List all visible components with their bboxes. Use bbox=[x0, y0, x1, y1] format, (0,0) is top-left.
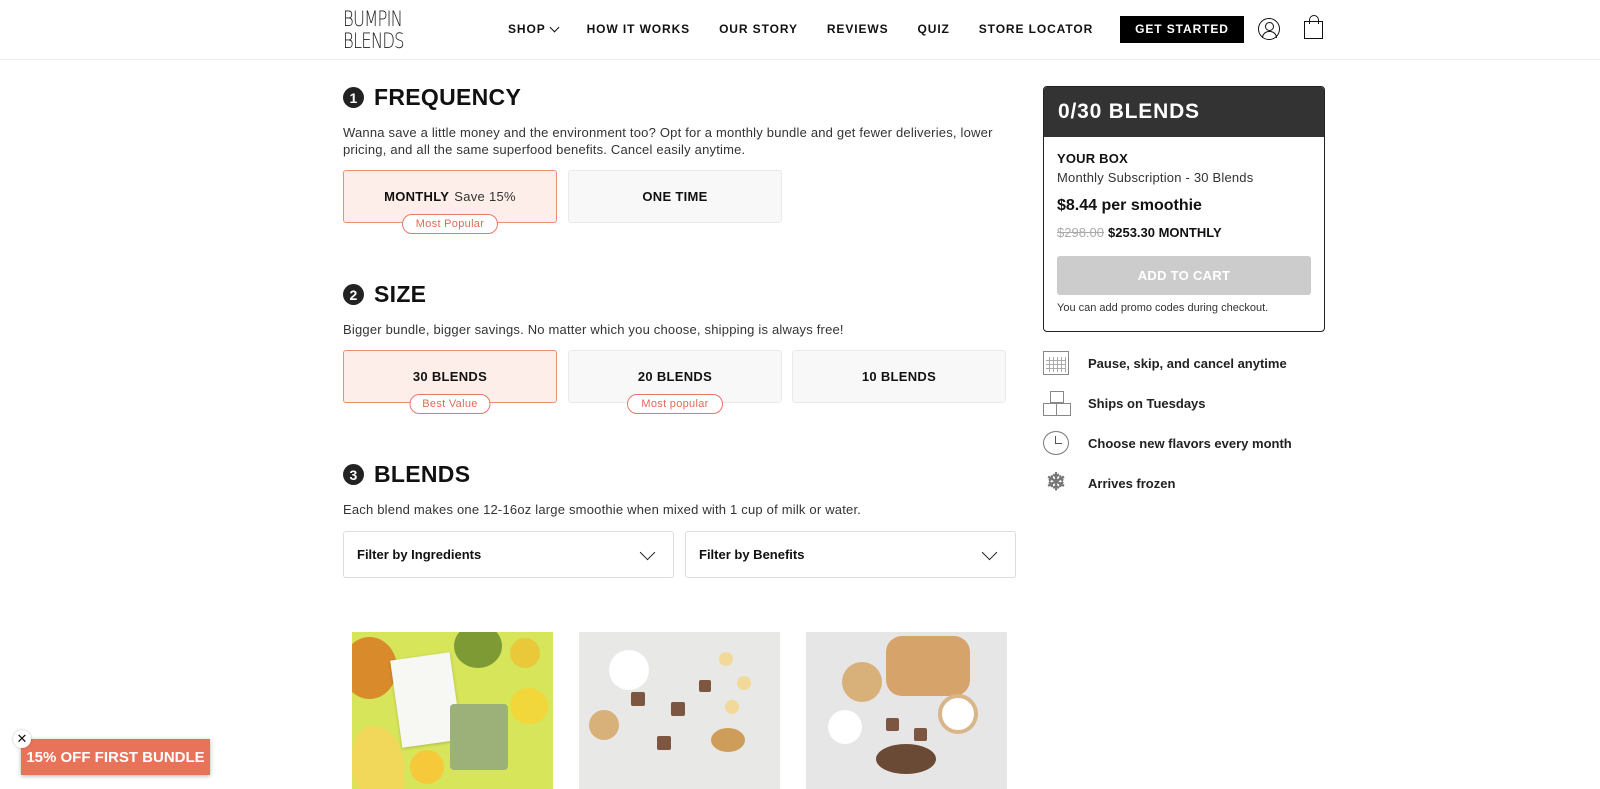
chocolate-shape bbox=[657, 736, 671, 750]
size-option-label: 20 BLENDS bbox=[637, 369, 713, 384]
size-option-label: 10 BLENDS bbox=[861, 369, 937, 384]
most-popular-badge: Most popular bbox=[627, 394, 723, 414]
subscription-summary: Monthly Subscription - 30 Blends bbox=[1057, 170, 1254, 185]
nav-our-story[interactable]: OUR STORY bbox=[719, 22, 798, 36]
feature-item: Choose new flavors every month bbox=[1043, 431, 1292, 455]
chocolate-shape bbox=[886, 718, 899, 731]
promo-badge[interactable]: 15% OFF FIRST BUNDLE bbox=[21, 739, 210, 775]
frequency-description: Wanna save a little money and the enviro… bbox=[343, 125, 993, 157]
orange-slice-shape bbox=[410, 750, 444, 784]
nav-reviews[interactable]: REVIEWS bbox=[827, 22, 889, 36]
lemon-shape bbox=[510, 638, 540, 668]
nav-quiz[interactable]: QUIZ bbox=[918, 22, 950, 36]
cutting-board-shape bbox=[886, 636, 970, 696]
most-popular-badge: Most Popular bbox=[402, 214, 498, 234]
chevron-down-icon bbox=[549, 22, 560, 32]
milk-bowl-shape bbox=[938, 694, 978, 734]
chocolate-shape bbox=[631, 692, 645, 706]
clock-icon bbox=[1043, 431, 1069, 455]
snowflake-icon: ❄ bbox=[1045, 469, 1067, 496]
chevron-down-icon bbox=[639, 544, 656, 561]
one-time-label: ONE TIME bbox=[642, 189, 708, 204]
frequency-one-time-option[interactable]: ONE TIME bbox=[568, 170, 782, 223]
blends-description: Each blend makes one 12-16oz large smoot… bbox=[343, 502, 862, 517]
blend-card-image[interactable] bbox=[579, 632, 780, 789]
nuts-shape bbox=[589, 710, 619, 740]
blends-heading: 3 BLENDS bbox=[343, 461, 470, 488]
bag-icon[interactable] bbox=[1304, 15, 1323, 39]
add-to-cart-button[interactable]: ADD TO CART bbox=[1057, 256, 1311, 295]
filter-benefits-label: Filter by Benefits bbox=[699, 547, 805, 562]
chevron-down-icon bbox=[981, 544, 998, 561]
size-title: SIZE bbox=[374, 281, 427, 307]
feature-label: Choose new flavors every month bbox=[1088, 435, 1292, 451]
feature-item: Ships on Tuesdays bbox=[1043, 391, 1206, 416]
cashews-shape bbox=[842, 662, 882, 702]
logo[interactable]: BUMPIN BLENDS bbox=[343, 7, 405, 53]
banana-chip-shape bbox=[737, 676, 751, 690]
filter-benefits-dropdown[interactable]: Filter by Benefits bbox=[685, 531, 1016, 578]
nav-how-it-works[interactable]: HOW IT WORKS bbox=[587, 22, 690, 36]
nav-shop-label: SHOP bbox=[508, 22, 546, 36]
calendar-icon bbox=[1043, 351, 1069, 375]
feature-label: Pause, skip, and cancel anytime bbox=[1088, 355, 1287, 371]
chocolate-shape bbox=[699, 680, 711, 692]
feature-item: Pause, skip, and cancel anytime bbox=[1043, 351, 1287, 375]
step-number: 2 bbox=[343, 284, 364, 305]
price-per-smoothie: $8.44 per smoothie bbox=[1057, 197, 1202, 214]
best-value-badge: Best Value bbox=[409, 394, 491, 414]
blend-card-image[interactable] bbox=[352, 632, 553, 789]
banana-shape bbox=[352, 726, 404, 789]
feature-label: Arrives frozen bbox=[1088, 475, 1176, 491]
feature-item: ❄ Arrives frozen bbox=[1043, 471, 1175, 495]
nav-store-locator[interactable]: STORE LOCATOR bbox=[979, 22, 1093, 36]
account-icon[interactable] bbox=[1258, 18, 1280, 40]
promo-note: You can add promo codes during checkout. bbox=[1057, 302, 1269, 314]
size-option-10[interactable]: 10 BLENDS bbox=[792, 350, 1006, 403]
size-option-30[interactable]: 30 BLENDS Best Value bbox=[343, 350, 557, 414]
logo-line-2: BLENDS bbox=[343, 29, 405, 53]
size-heading: 2 SIZE bbox=[343, 281, 426, 308]
chocolate-shape bbox=[914, 728, 927, 741]
milk-bowl-shape bbox=[609, 650, 649, 690]
logo-line-1: BUMPIN bbox=[343, 7, 403, 31]
close-icon[interactable]: ✕ bbox=[13, 730, 31, 748]
monthly-label: MONTHLY bbox=[384, 189, 450, 204]
lemon-shape bbox=[510, 688, 548, 724]
filter-ingredients-dropdown[interactable]: Filter by Ingredients bbox=[343, 531, 674, 578]
bowl-shape bbox=[828, 710, 862, 744]
site-header: BUMPIN BLENDS SHOP HOW IT WORKS OUR STOR… bbox=[0, 0, 1600, 60]
bowl-shape bbox=[454, 632, 502, 668]
your-box-panel: 0/30 BLENDS YOUR BOX Monthly Subscriptio… bbox=[1043, 86, 1325, 332]
step-number: 1 bbox=[343, 87, 364, 108]
original-price: $298.00 bbox=[1057, 225, 1104, 240]
get-started-button[interactable]: GET STARTED bbox=[1120, 15, 1244, 43]
your-box-label: YOUR BOX bbox=[1057, 151, 1128, 166]
frequency-heading: 1 FREQUENCY bbox=[343, 84, 521, 111]
size-option-label: 30 BLENDS bbox=[412, 369, 488, 384]
size-option-20[interactable]: 20 BLENDS Most popular bbox=[568, 350, 782, 414]
feature-label: Ships on Tuesdays bbox=[1088, 395, 1206, 411]
frozen-tray-shape bbox=[450, 704, 508, 770]
step-number: 3 bbox=[343, 464, 364, 485]
current-price: $253.30 MONTHLY bbox=[1108, 225, 1222, 240]
chocolate-shape bbox=[671, 702, 685, 716]
blends-title: BLENDS bbox=[374, 461, 471, 487]
nuts-shape bbox=[711, 728, 745, 752]
frequency-monthly-option[interactable]: MONTHLY Save 15% Most Popular bbox=[343, 170, 557, 234]
filter-ingredients-label: Filter by Ingredients bbox=[357, 547, 482, 562]
size-description: Bigger bundle, bigger savings. No matter… bbox=[343, 322, 844, 337]
banana-chip-shape bbox=[719, 652, 733, 666]
price-line: $298.00 $253.30 MONTHLY bbox=[1057, 225, 1311, 240]
cocoa-shape bbox=[876, 744, 936, 774]
blend-card-image[interactable] bbox=[806, 632, 1007, 789]
banana-chip-shape bbox=[725, 700, 739, 714]
nav-shop[interactable]: SHOP bbox=[508, 22, 560, 36]
frequency-title: FREQUENCY bbox=[374, 84, 522, 110]
main-nav: SHOP HOW IT WORKS OUR STORY REVIEWS QUIZ… bbox=[508, 15, 1244, 43]
box-count-header: 0/30 BLENDS bbox=[1044, 87, 1324, 137]
monthly-save: Save 15% bbox=[454, 189, 516, 204]
boxes-icon bbox=[1043, 391, 1071, 416]
